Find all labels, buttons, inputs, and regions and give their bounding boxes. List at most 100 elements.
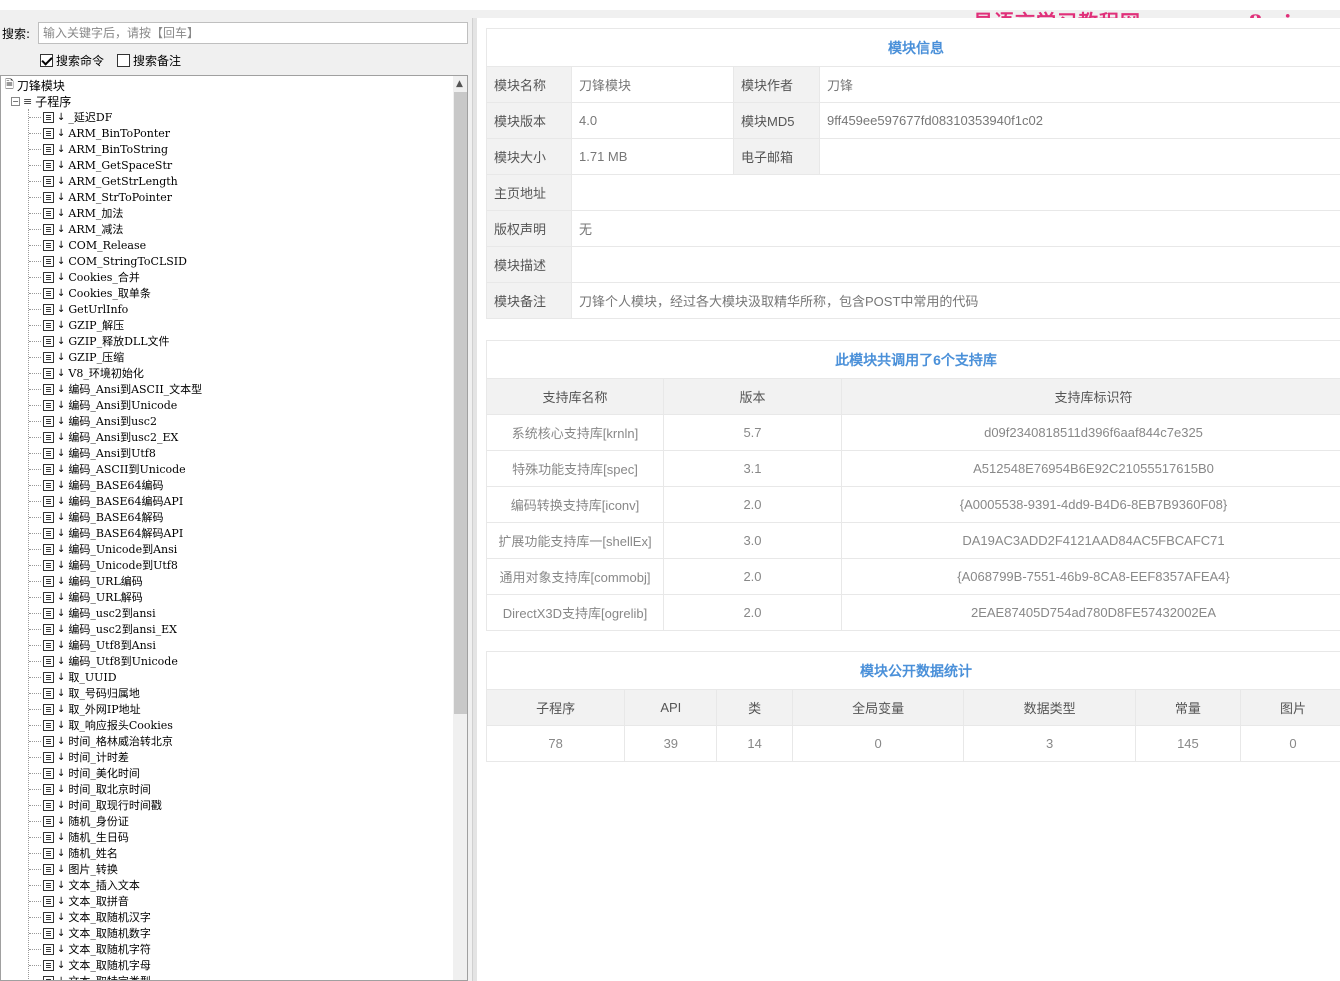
search-command-checkbox[interactable] <box>40 54 53 67</box>
subroutine-icon <box>43 959 54 971</box>
tree-item[interactable]: ↓ ARM_BinToString <box>1 141 451 157</box>
tree-item[interactable]: ↓ 取_外网IP地址 <box>1 701 451 717</box>
tree-item[interactable]: ↓ 编码_BASE64编码 <box>1 477 451 493</box>
info-value <box>571 246 1340 283</box>
tree-item[interactable]: ↓ 随机_身份证 <box>1 813 451 829</box>
subroutine-icon <box>43 735 54 747</box>
tree-item-label: 文本_取随机数字 <box>68 927 151 940</box>
subroutine-list: ↓ _延迟DF ↓ ARM_BinToPonter ↓ ARM_BinToString ↓ A… <box>1 109 451 980</box>
tree-item[interactable]: ↓ ARM_减法 <box>1 221 451 237</box>
subroutine-icon <box>43 975 54 980</box>
tree-item[interactable]: ↓ 编码_Utf8到Unicode <box>1 653 451 669</box>
tree-item-label: 编码_usc2到ansi <box>68 607 156 620</box>
tree-item[interactable]: ↓ 文本_取随机数字 <box>1 925 451 941</box>
down-arrow-icon: ↓ <box>57 239 66 251</box>
stack-icon: ≡ <box>23 94 33 108</box>
table-header-row: 支持库名称 版本 支持库标识符 <box>486 378 1340 415</box>
tree-item[interactable]: ↓ 时间_美化时间 <box>1 765 451 781</box>
tree-item[interactable]: ↓ 编码_Unicode到Utf8 <box>1 557 451 573</box>
tree-item[interactable]: ↓ Cookies_合并 <box>1 269 451 285</box>
tree-item-label: 随机_生日码 <box>68 831 129 844</box>
tree-item[interactable]: ↓ 编码_Ansi到Unicode <box>1 397 451 413</box>
tree-item-label: COM_StringToCLSID <box>68 254 187 268</box>
tree-item[interactable]: ↓ _延迟DF <box>1 109 451 125</box>
scroll-thumb[interactable] <box>454 92 467 714</box>
table-cell: 2.0 <box>663 558 842 595</box>
tree-item[interactable]: ↓ 时间_计时差 <box>1 749 451 765</box>
tree-item[interactable]: ↓文本_取特定类型 <box>1 973 451 980</box>
tree-item[interactable]: ↓ ARM_StrToPointer <box>1 189 451 205</box>
tree-item[interactable]: ↓ COM_StringToCLSID <box>1 253 451 269</box>
tree-item[interactable]: ↓ 编码_usc2到ansi_EX <box>1 621 451 637</box>
tree-item[interactable]: ↓ 编码_Ansi到Utf8 <box>1 445 451 461</box>
tree-item[interactable]: ↓ GZIP_解压 <box>1 317 451 333</box>
tree-item[interactable]: ↓ 编码_usc2到ansi <box>1 605 451 621</box>
tree-item[interactable]: ↓ 文本_取拼音 <box>1 893 451 909</box>
tree-item[interactable]: ↓ 文本_取随机字符 <box>1 941 451 957</box>
tree-item[interactable]: ↓ 编码_BASE64编码API <box>1 493 451 509</box>
column-header: 类 <box>716 689 793 726</box>
tree-item[interactable]: ↓ 取_号码归属地 <box>1 685 451 701</box>
table-row: 模块版本 4.0 模块MD5 9ff459ee597677fd083103539… <box>486 102 1340 139</box>
subroutine-icon <box>43 911 54 923</box>
tree-item[interactable]: ↓ GZIP_释放DLL文件 <box>1 333 451 349</box>
tree-item[interactable]: ↓ 编码_Unicode到Ansi <box>1 541 451 557</box>
tree-item[interactable]: ↓ 编码_BASE64解码API <box>1 525 451 541</box>
tree-group-subroutines[interactable]: − ≡ 子程序 <box>11 93 71 109</box>
stats-title: 模块公开数据统计 <box>486 651 1340 690</box>
table-row: 模块名称 刀锋模块 模块作者 刀锋 <box>486 66 1340 103</box>
down-arrow-icon: ↓ <box>57 895 66 907</box>
tree-item[interactable]: ↓ 随机_生日码 <box>1 829 451 845</box>
down-arrow-icon: ↓ <box>57 399 66 411</box>
subroutine-icon <box>43 383 54 395</box>
tree-item[interactable]: ↓ ARM_加法 <box>1 205 451 221</box>
scroll-up-icon[interactable]: ▲ <box>456 79 463 89</box>
tree-item[interactable]: ↓ ARM_GetSpaceStr <box>1 157 451 173</box>
tree-item[interactable]: ↓ GetUrlInfo <box>1 301 451 317</box>
subroutine-icon <box>43 671 54 683</box>
tree-item[interactable]: ↓ GZIP_压缩 <box>1 349 451 365</box>
tree-item[interactable]: ↓ 取_响应报头Cookies <box>1 717 451 733</box>
down-arrow-icon: ↓ <box>57 559 66 571</box>
search-input[interactable] <box>38 22 468 44</box>
subroutine-icon <box>43 191 54 203</box>
tree-item[interactable]: ↓ 编码_Ansi到usc2_EX <box>1 429 451 445</box>
tree-item[interactable]: ↓ 图片_转换 <box>1 861 451 877</box>
tree-root[interactable]: 🗎 刀锋模块 <box>5 77 65 93</box>
down-arrow-icon: ↓ <box>57 255 66 267</box>
tree-item[interactable]: ↓ ARM_BinToPonter <box>1 125 451 141</box>
search-note-option[interactable]: 搜索备注 <box>117 52 181 69</box>
search-note-checkbox[interactable] <box>117 54 130 67</box>
tree-item[interactable]: ↓ 文本_取随机汉字 <box>1 909 451 925</box>
down-arrow-icon: ↓ <box>57 911 66 923</box>
subroutine-icon <box>43 639 54 651</box>
tree-item[interactable]: ↓ 编码_Ansi到usc2 <box>1 413 451 429</box>
tree-item[interactable]: ↓ 文本_取随机字母 <box>1 957 451 973</box>
tree-item[interactable]: ↓ 取_UUID <box>1 669 451 685</box>
tree-item[interactable]: ↓ 随机_姓名 <box>1 845 451 861</box>
search-command-option[interactable]: 搜索命令 <box>40 52 104 69</box>
tree-item[interactable]: ↓ 编码_URL解码 <box>1 589 451 605</box>
tree-item[interactable]: ↓ COM_Release <box>1 237 451 253</box>
down-arrow-icon: ↓ <box>57 959 66 971</box>
tree-scrollbar[interactable]: ▲ <box>453 76 467 980</box>
tree-item[interactable]: ↓ 编码_Ansi到ASCII_文本型 <box>1 381 451 397</box>
tree-item[interactable]: ↓ Cookies_取单条 <box>1 285 451 301</box>
tree-item[interactable]: ↓ 编码_ASCII到Unicode <box>1 461 451 477</box>
stat-value: 3 <box>963 725 1136 762</box>
collapse-icon[interactable]: − <box>11 96 20 106</box>
tree-item[interactable]: ↓ 编码_URL编码 <box>1 573 451 589</box>
tree-item[interactable]: ↓ 编码_BASE64解码 <box>1 509 451 525</box>
subroutine-icon <box>43 127 54 139</box>
subroutine-icon <box>43 559 54 571</box>
subroutine-icon <box>43 751 54 763</box>
tree-item[interactable]: ↓ V8_环境初始化 <box>1 365 451 381</box>
tree-item[interactable]: ↓ 时间_取现行时间戳 <box>1 797 451 813</box>
tree-item[interactable]: ↓ 时间_取北京时间 <box>1 781 451 797</box>
module-tree[interactable]: 🗎 刀锋模块 − ≡ 子程序 ↓ _延迟DF ↓ ARM_BinToPonter ↓ AR… <box>0 75 468 981</box>
tree-item[interactable]: ↓ 文本_插入文本 <box>1 877 451 893</box>
tree-item[interactable]: ↓ ARM_GetStrLength <box>1 173 451 189</box>
tree-item[interactable]: ↓ 时间_格林威治转北京 <box>1 733 451 749</box>
tree-item[interactable]: ↓ 编码_Utf8到Ansi <box>1 637 451 653</box>
info-key: 模块名称 <box>486 66 572 103</box>
